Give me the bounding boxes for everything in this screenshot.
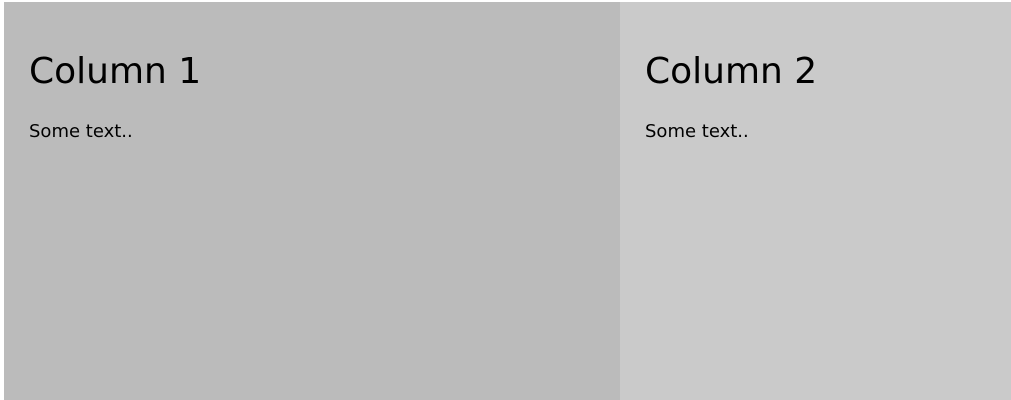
column-2-text: Some text.. <box>645 121 749 142</box>
two-column-layout: Column 1 Some text.. Column 2 Some text.… <box>4 2 1011 400</box>
column-1-title: Column 1 <box>29 51 202 92</box>
column-2: Column 2 Some text.. <box>620 2 1011 400</box>
column-1: Column 1 Some text.. <box>4 2 620 400</box>
column-2-title: Column 2 <box>645 51 818 92</box>
column-1-text: Some text.. <box>29 121 133 142</box>
